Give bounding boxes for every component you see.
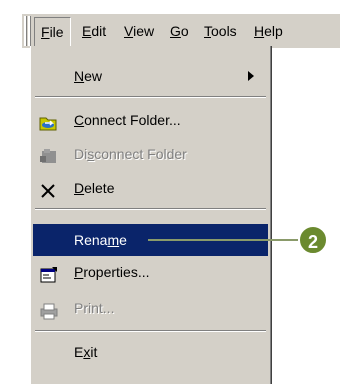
toolbar-grip-handle[interactable] bbox=[22, 16, 32, 46]
menu-separator bbox=[35, 208, 266, 210]
menu-separator bbox=[35, 330, 266, 332]
callout-step-badge: 2 bbox=[298, 225, 328, 255]
disconnect-folder-icon bbox=[39, 145, 57, 163]
menu-item-label: Exit bbox=[74, 344, 98, 360]
menu-item-label: Disconnect Folder bbox=[74, 146, 187, 162]
connect-folder-icon bbox=[39, 111, 57, 131]
menu-item-label: Connect Folder... bbox=[74, 112, 181, 128]
delete-x-icon bbox=[39, 179, 57, 198]
callout-leader-line bbox=[148, 239, 298, 241]
menu-item-label: Properties... bbox=[74, 264, 150, 280]
menu-item-new[interactable]: New bbox=[33, 60, 268, 92]
menu-item-disconnect-folder: Disconnect Folder bbox=[33, 138, 268, 170]
menu-help[interactable]: Help bbox=[248, 14, 289, 48]
menu-item-label: Rename bbox=[74, 232, 127, 248]
menu-item-exit[interactable]: Exit bbox=[33, 336, 268, 368]
properties-icon bbox=[39, 263, 57, 283]
menu-bar: File Edit View Go Tools Help bbox=[22, 14, 340, 48]
menu-separator bbox=[35, 96, 266, 98]
print-icon bbox=[39, 299, 58, 320]
menu-go[interactable]: Go bbox=[164, 14, 195, 48]
menu-tools[interactable]: Tools bbox=[198, 14, 243, 48]
menu-item-connect-folder[interactable]: Connect Folder... bbox=[33, 104, 268, 136]
menu-item-label: New bbox=[74, 68, 103, 84]
menu-view[interactable]: View bbox=[118, 14, 160, 48]
menu-edit[interactable]: Edit bbox=[76, 14, 112, 48]
menu-item-label: Print... bbox=[74, 300, 115, 316]
submenu-arrow-icon bbox=[248, 71, 254, 81]
menu-item-properties[interactable]: Properties... bbox=[33, 256, 268, 288]
file-menu-dropdown: New Connect Folder... Disconnect Folder … bbox=[30, 46, 272, 384]
menu-file[interactable]: File bbox=[34, 17, 71, 47]
menu-item-delete[interactable]: Delete bbox=[33, 172, 268, 204]
menu-item-label: Delete bbox=[74, 180, 115, 196]
menu-item-print: Print... bbox=[33, 292, 268, 324]
